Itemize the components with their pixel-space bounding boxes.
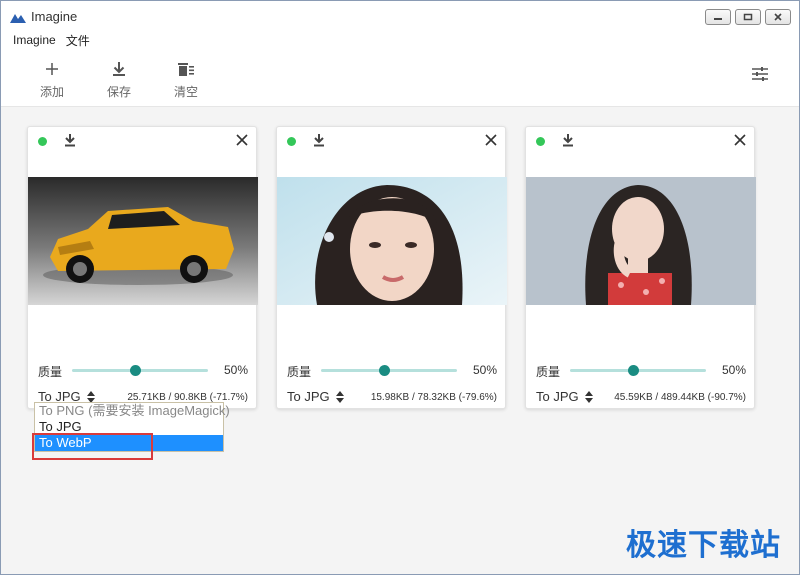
watermark: 极速下载站	[626, 528, 781, 563]
save-label: 保存	[106, 85, 131, 99]
image-card: 质量 50% To JPG 25.71KB / 90.8KB (-71.7%)	[27, 126, 258, 409]
card-save-button[interactable]	[313, 133, 325, 152]
sliders-settings-icon	[752, 67, 768, 81]
window-title: Imagine	[31, 9, 78, 24]
status-dot	[536, 137, 545, 146]
sort-arrows-icon	[584, 390, 593, 403]
download-icon	[563, 134, 573, 147]
yellow-suv-photo	[28, 177, 258, 305]
sort-arrows-icon	[86, 390, 95, 403]
close-icon	[485, 134, 497, 146]
card-close-button[interactable]	[485, 133, 497, 151]
woman-red-dress-photo	[526, 177, 756, 305]
card-save-button[interactable]	[562, 133, 574, 152]
plus-icon	[46, 63, 58, 75]
format-value: To JPG	[287, 389, 330, 404]
format-select[interactable]: To JPG	[287, 389, 344, 404]
image-thumbnail	[526, 177, 756, 305]
card-save-button[interactable]	[64, 133, 76, 152]
close-icon	[236, 134, 248, 146]
menu-imagine[interactable]: Imagine	[13, 33, 56, 47]
quality-slider-knob[interactable]	[129, 365, 141, 376]
status-dot	[38, 137, 47, 146]
sort-arrows-icon	[335, 390, 344, 403]
size-info: 15.98KB / 78.32KB (-79.6%)	[370, 392, 497, 403]
app-window: Imagine Imagine 文件 添加 保存 清空 质量 50% To JP…	[0, 0, 800, 575]
close-icon	[734, 134, 746, 146]
quality-slider-knob[interactable]	[627, 365, 639, 376]
download-icon	[314, 134, 324, 147]
quality-label: 质量	[287, 365, 312, 379]
image-card: 质量 50% To JPG 15.98KB / 78.32KB (-79.6%)	[276, 126, 507, 409]
download-icon	[65, 134, 75, 147]
size-info: 45.59KB / 489.44KB (-90.7%)	[614, 392, 746, 403]
quality-slider-knob[interactable]	[378, 365, 390, 376]
quality-slider[interactable]	[570, 365, 706, 376]
image-thumbnail	[28, 177, 258, 305]
quality-value: 50%	[472, 363, 497, 377]
close-window-button[interactable]	[765, 9, 791, 25]
format-option-png[interactable]: To PNG (需要安装 ImageMagick)	[35, 403, 230, 419]
quality-value: 50%	[721, 363, 746, 377]
clear-label: 清空	[173, 85, 198, 99]
quality-slider[interactable]	[72, 365, 208, 376]
download-icon	[113, 62, 125, 76]
woman-portrait-photo	[277, 177, 507, 305]
status-dot	[287, 137, 296, 146]
quality-label: 质量	[536, 365, 561, 379]
format-value: To JPG	[536, 389, 579, 404]
quality-slider[interactable]	[321, 365, 457, 376]
maximize-button[interactable]	[735, 9, 761, 25]
quality-label: 质量	[38, 365, 63, 379]
settings-button[interactable]	[751, 66, 769, 87]
toolbar: 添加 保存 清空	[1, 49, 799, 107]
clear-all-icon	[178, 63, 194, 76]
image-thumbnail	[277, 177, 507, 305]
mountain-logo-icon	[10, 14, 26, 23]
title-bar: Imagine	[1, 1, 799, 31]
add-button[interactable]: 添加	[32, 59, 72, 100]
menu-bar: Imagine 文件	[1, 31, 799, 49]
quality-value: 50%	[223, 363, 248, 377]
maximize-icon	[743, 13, 753, 21]
menu-file[interactable]: 文件	[66, 32, 90, 49]
minimize-button[interactable]	[705, 9, 731, 25]
annotation-highlight-box	[32, 433, 153, 460]
close-icon	[774, 13, 782, 21]
minimize-icon	[714, 18, 722, 20]
card-close-button[interactable]	[734, 133, 746, 151]
add-label: 添加	[39, 85, 64, 99]
save-button[interactable]: 保存	[99, 59, 139, 100]
clear-button[interactable]: 清空	[166, 59, 206, 100]
format-select[interactable]: To JPG	[536, 389, 593, 404]
image-card: 质量 50% To JPG 45.59KB / 489.44KB (-90.7%…	[525, 126, 756, 409]
card-close-button[interactable]	[236, 133, 248, 151]
